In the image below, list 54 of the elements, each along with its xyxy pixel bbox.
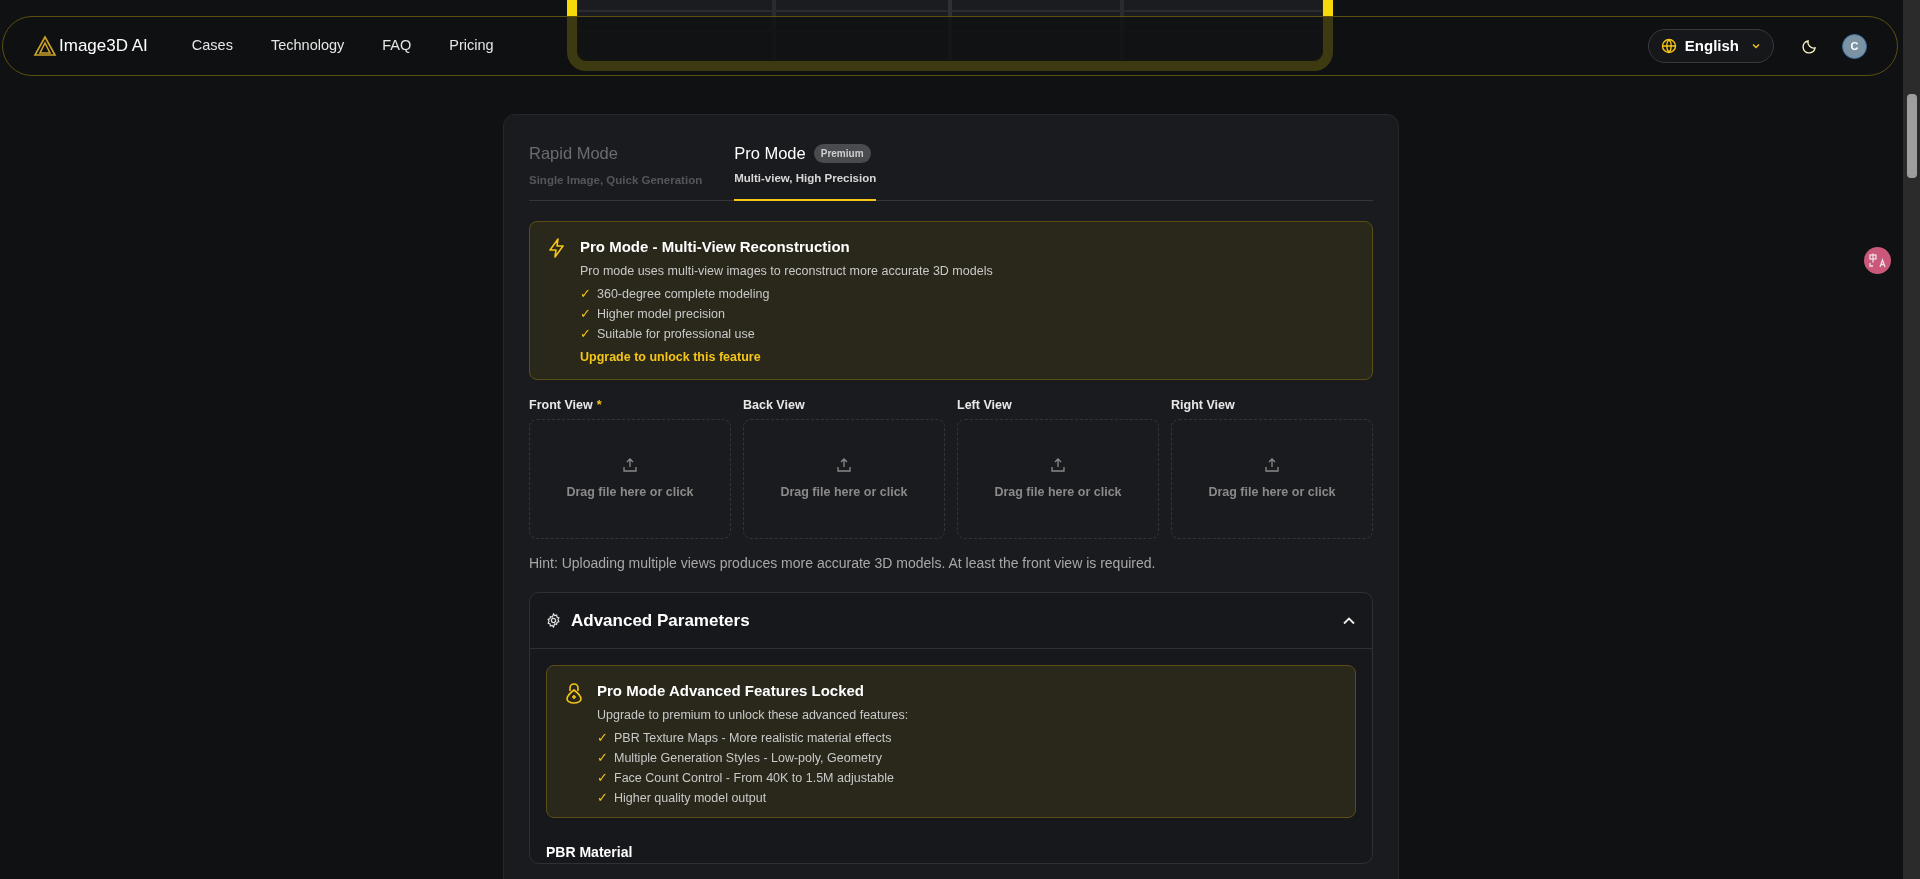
- required-mark: *: [596, 397, 602, 414]
- check-icon: ✓: [597, 730, 608, 748]
- feature-text: Face Count Control - From 40K to 1.5M adjustable: [614, 770, 894, 788]
- locked-title: Pro Mode Advanced Features Locked: [597, 681, 865, 701]
- upload-dropzone[interactable]: Drag file here or click: [529, 419, 731, 539]
- upload-icon: [1050, 456, 1066, 473]
- moon-icon[interactable]: [1802, 38, 1818, 54]
- translate-button[interactable]: [1864, 247, 1891, 274]
- check-icon: ✓: [580, 306, 591, 324]
- translate-icon: [1869, 253, 1886, 268]
- nav-link[interactable]: Cases: [191, 35, 233, 57]
- check-icon: ✓: [580, 286, 591, 304]
- view-label: Back View: [743, 397, 805, 414]
- upload-dropzone[interactable]: Drag file here or click: [1171, 419, 1373, 539]
- feature-text: Suitable for professional use: [597, 326, 755, 344]
- scrollbar[interactable]: [1903, 0, 1920, 879]
- premium-badge: Premium: [813, 143, 871, 163]
- mode-tab[interactable]: Pro Mode Premium Multi-view, High Precision: [734, 141, 877, 201]
- check-icon: ✓: [597, 770, 608, 788]
- nav-link[interactable]: FAQ: [382, 35, 412, 57]
- check-icon: ✓: [597, 750, 608, 768]
- nav-link[interactable]: Technology: [270, 35, 345, 57]
- upload-icon: [622, 456, 638, 473]
- upload-dropzone[interactable]: Drag file here or click: [743, 419, 945, 539]
- hint-text: Hint: Uploading multiple views produces more accurate 3D models. At least the front view is required.: [529, 554, 1157, 573]
- notice-description: Pro mode uses multi-view images to reconstruct more accurate 3D models: [580, 262, 993, 280]
- view-label: Front View: [529, 397, 593, 414]
- feature-text: PBR Texture Maps - More realistic material effects: [614, 730, 892, 748]
- upload-dropzone[interactable]: Drag file here or click: [957, 419, 1159, 539]
- locked-description: Upgrade to premium to unlock these advanced features:: [597, 706, 909, 724]
- view-label: Right View: [1171, 397, 1235, 414]
- feature-text: Higher quality model output: [614, 790, 767, 808]
- chevron-down-icon: [1751, 41, 1761, 51]
- check-icon: ✓: [580, 326, 591, 344]
- logo-text: Image3D AI: [59, 35, 148, 58]
- upload-icon: [1264, 456, 1280, 473]
- upgrade-link[interactable]: Upgrade to unlock this feature: [580, 348, 993, 367]
- lightning-icon: [548, 238, 566, 258]
- feature-text: Multiple Generation Styles - Low-poly, Geometry: [614, 750, 882, 768]
- settings-icon: [546, 613, 561, 628]
- globe-icon: [1660, 38, 1677, 54]
- lock-icon: [565, 682, 583, 704]
- nav-link[interactable]: Pricing: [449, 35, 494, 57]
- language-selector[interactable]: English: [1647, 29, 1774, 63]
- feature-text: 360-degree complete modeling: [597, 286, 770, 304]
- check-icon: ✓: [597, 790, 608, 808]
- view-label: Left View: [957, 397, 1012, 414]
- advanced-header[interactable]: Advanced Parameters: [530, 593, 1372, 649]
- logo-icon: [33, 35, 57, 57]
- section-title: PBR Material: [546, 843, 634, 863]
- feature-text: Higher model precision: [597, 306, 725, 324]
- advanced-title: Advanced Parameters: [571, 609, 750, 632]
- notice-title: Pro Mode - Multi-View Reconstruction: [580, 237, 851, 257]
- upload-icon: [836, 456, 852, 473]
